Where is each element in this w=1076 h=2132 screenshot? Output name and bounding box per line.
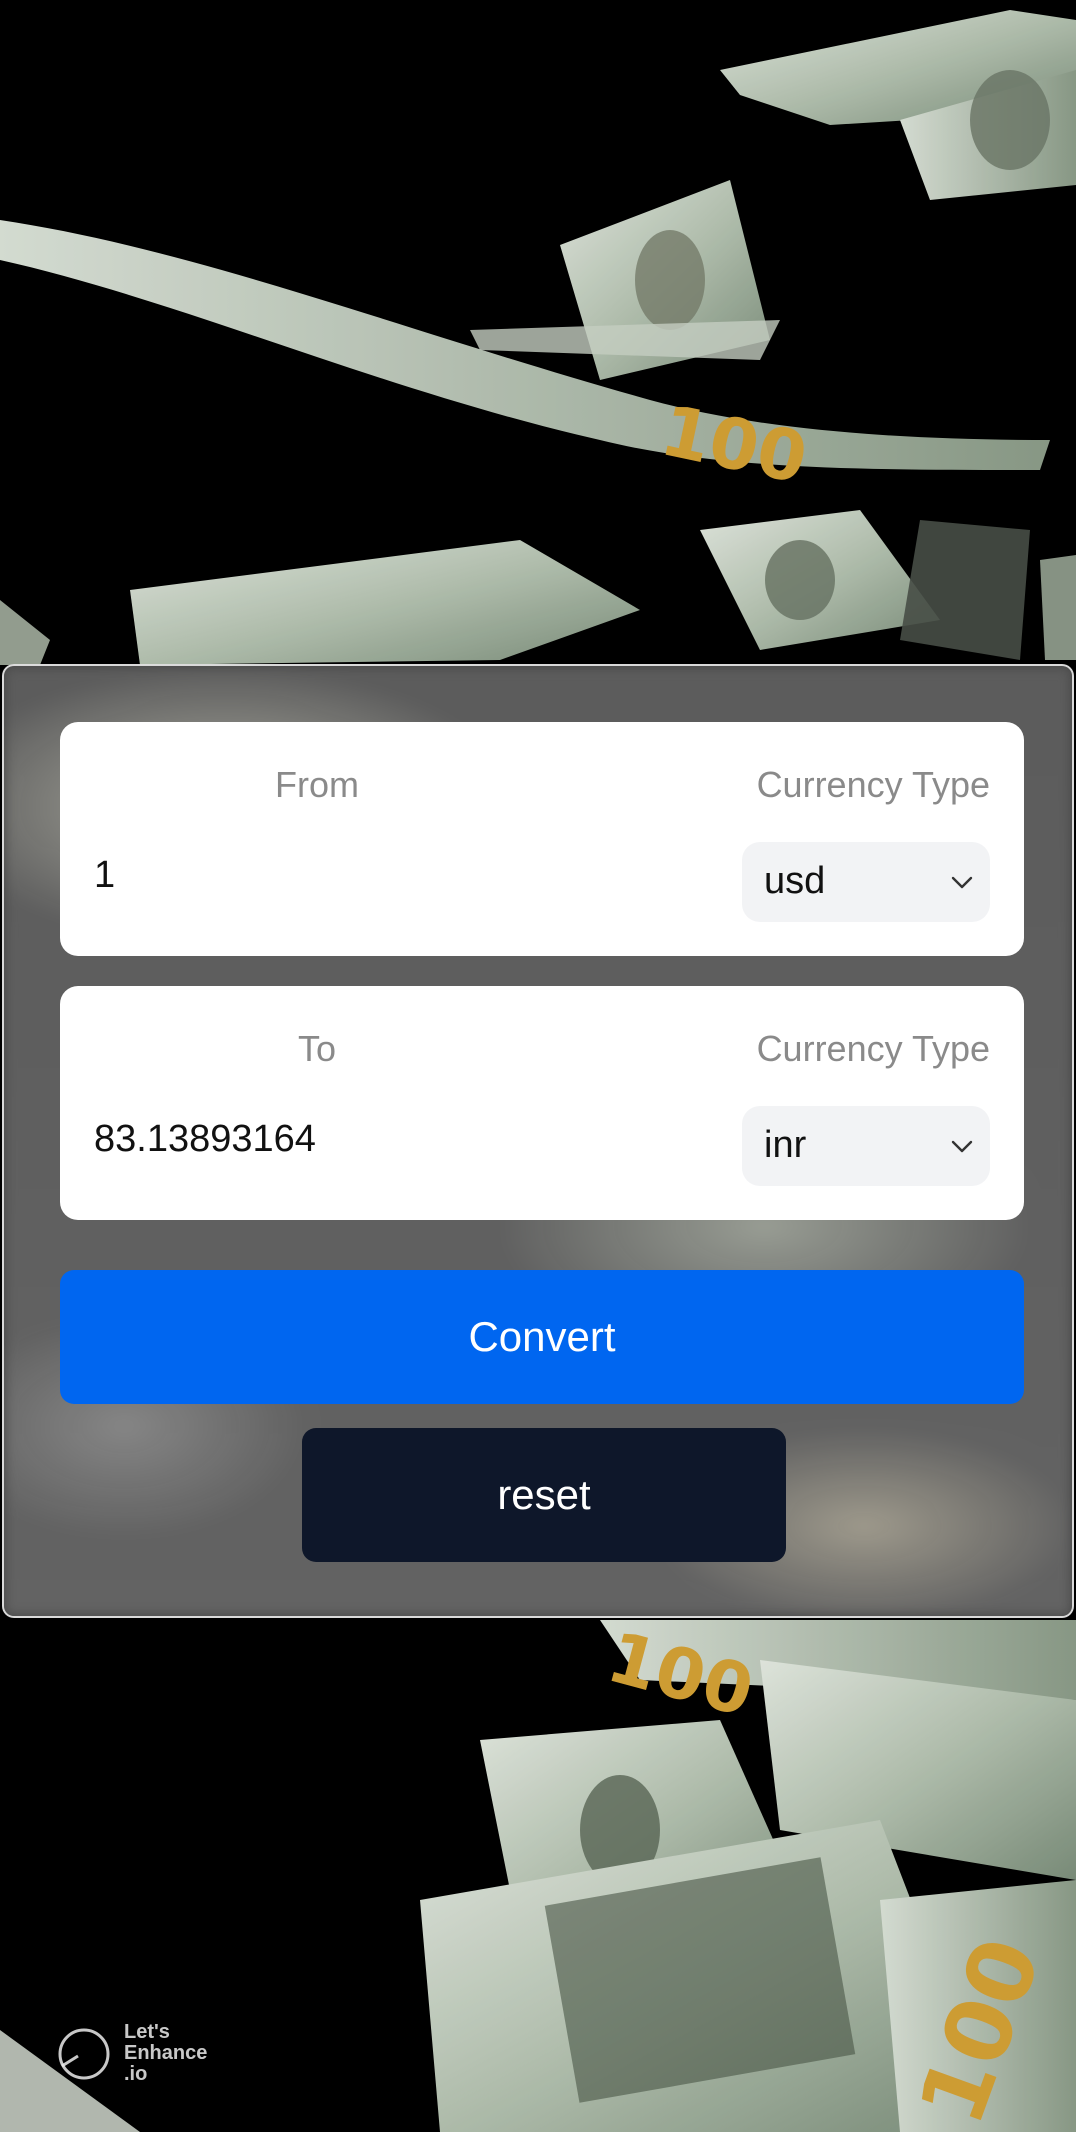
from-amount-input[interactable] (94, 850, 694, 900)
watermark-text: Let's Enhance .io (124, 2021, 208, 2085)
convert-button[interactable]: Convert (60, 1270, 1024, 1404)
from-label: From (275, 764, 359, 805)
to-label: To (297, 1028, 337, 1069)
to-amount-output[interactable] (94, 1114, 694, 1164)
from-currency-select[interactable]: usd (742, 842, 990, 922)
to-currency-type-label: Currency Type (756, 1028, 990, 1069)
watermark: Let's Enhance .io (56, 2022, 234, 2085)
chevron-down-icon (951, 876, 973, 889)
from-currency-type-label: Currency Type (756, 764, 990, 805)
to-currency-value: inr (764, 1124, 807, 1166)
svg-text:100: 100 (654, 389, 814, 500)
converter-panel: From Currency Type usd To Currency Type … (2, 664, 1074, 1618)
reset-button[interactable]: reset (302, 1428, 786, 1562)
from-currency-value: usd (764, 860, 826, 902)
circle-logo-icon (58, 2028, 110, 2079)
from-card: From Currency Type usd (60, 722, 1024, 956)
chevron-down-icon (951, 1140, 973, 1153)
to-currency-select[interactable]: inr (742, 1106, 990, 1186)
to-card: To Currency Type inr (60, 986, 1024, 1220)
